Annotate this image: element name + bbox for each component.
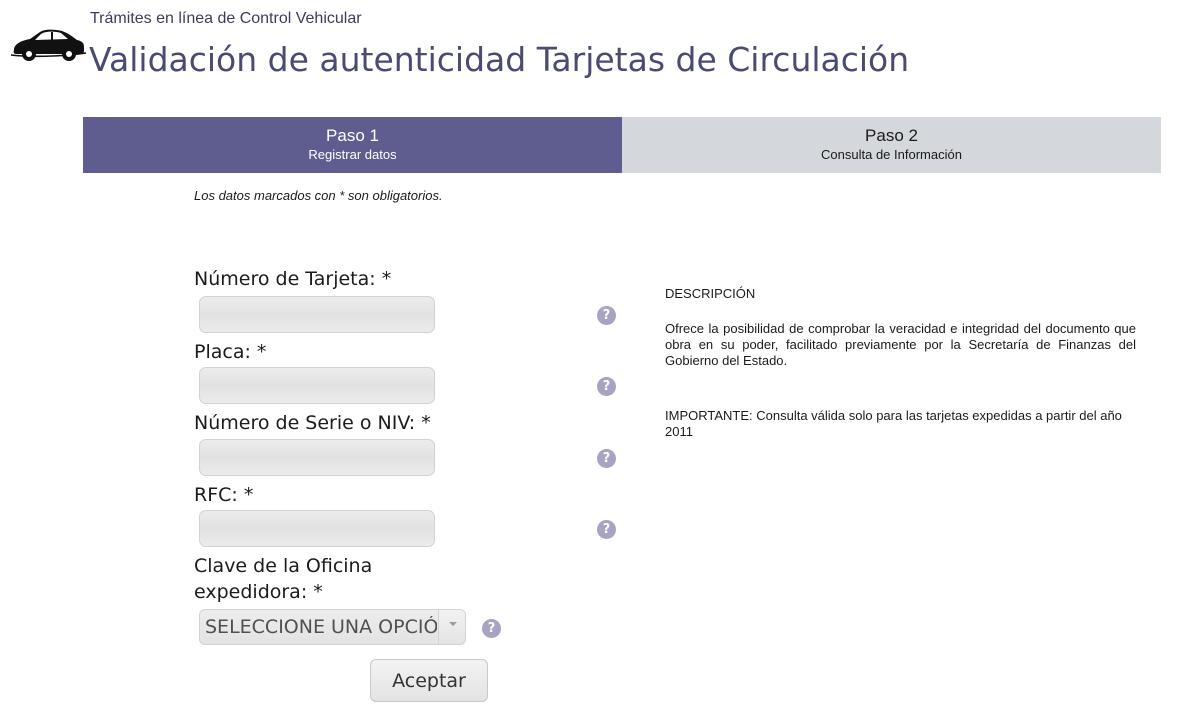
step-1-subtitle: Registrar datos (308, 147, 397, 162)
rfc-help-icon[interactable]: ? (597, 520, 616, 539)
step-1-title: Paso 1 (326, 126, 379, 145)
page-header: Trámites en línea de Control Vehicular V… (0, 0, 1204, 110)
step-2-title: Paso 2 (865, 126, 918, 145)
required-fields-note: Los datos marcados con * son obligatorio… (194, 188, 443, 203)
office-code-label-line2: expedidora: * (194, 581, 323, 603)
rfc-input[interactable] (199, 510, 435, 547)
plate-input[interactable] (199, 367, 435, 404)
car-icon (10, 29, 86, 61)
step-1: Paso 1 Registrar datos (83, 117, 622, 173)
rfc-label: RFC: * (194, 484, 254, 506)
step-2: Paso 2 Consulta de Información (622, 117, 1161, 173)
card-number-label: Número de Tarjeta: * (194, 268, 392, 290)
office-code-label-line1: Clave de la Oficina (194, 555, 373, 577)
step-2-subtitle: Consulta de Información (821, 147, 962, 162)
plate-label: Placa: * (194, 341, 267, 363)
chevron-down-icon[interactable] (438, 610, 465, 644)
serial-number-label: Número de Serie o NIV: * (194, 412, 431, 434)
serial-number-input[interactable] (199, 439, 435, 476)
office-code-help-icon[interactable]: ? (482, 619, 501, 638)
card-number-input[interactable] (199, 296, 435, 333)
card-number-help-icon[interactable]: ? (597, 306, 616, 325)
description-heading: DESCRIPCIÓN (665, 286, 756, 301)
office-code-select[interactable]: SELECCIONE UNA OPCIÓN (199, 609, 466, 645)
serial-number-help-icon[interactable]: ? (597, 449, 616, 468)
important-note: IMPORTANTE: Consulta válida solo para la… (665, 408, 1122, 439)
steps-bar: Paso 1 Registrar datos Paso 2 Consulta d… (83, 117, 1161, 173)
plate-help-icon[interactable]: ? (597, 377, 616, 396)
description-body: Ofrece la posibilidad de comprobar la ve… (665, 321, 1136, 368)
page-supertitle: Trámites en línea de Control Vehicular (90, 10, 362, 27)
page-title: Validación de autenticidad Tarjetas de C… (89, 40, 910, 79)
office-code-selected-value: SELECCIONE UNA OPCIÓN (205, 616, 437, 638)
accept-button[interactable]: Aceptar (370, 659, 488, 702)
